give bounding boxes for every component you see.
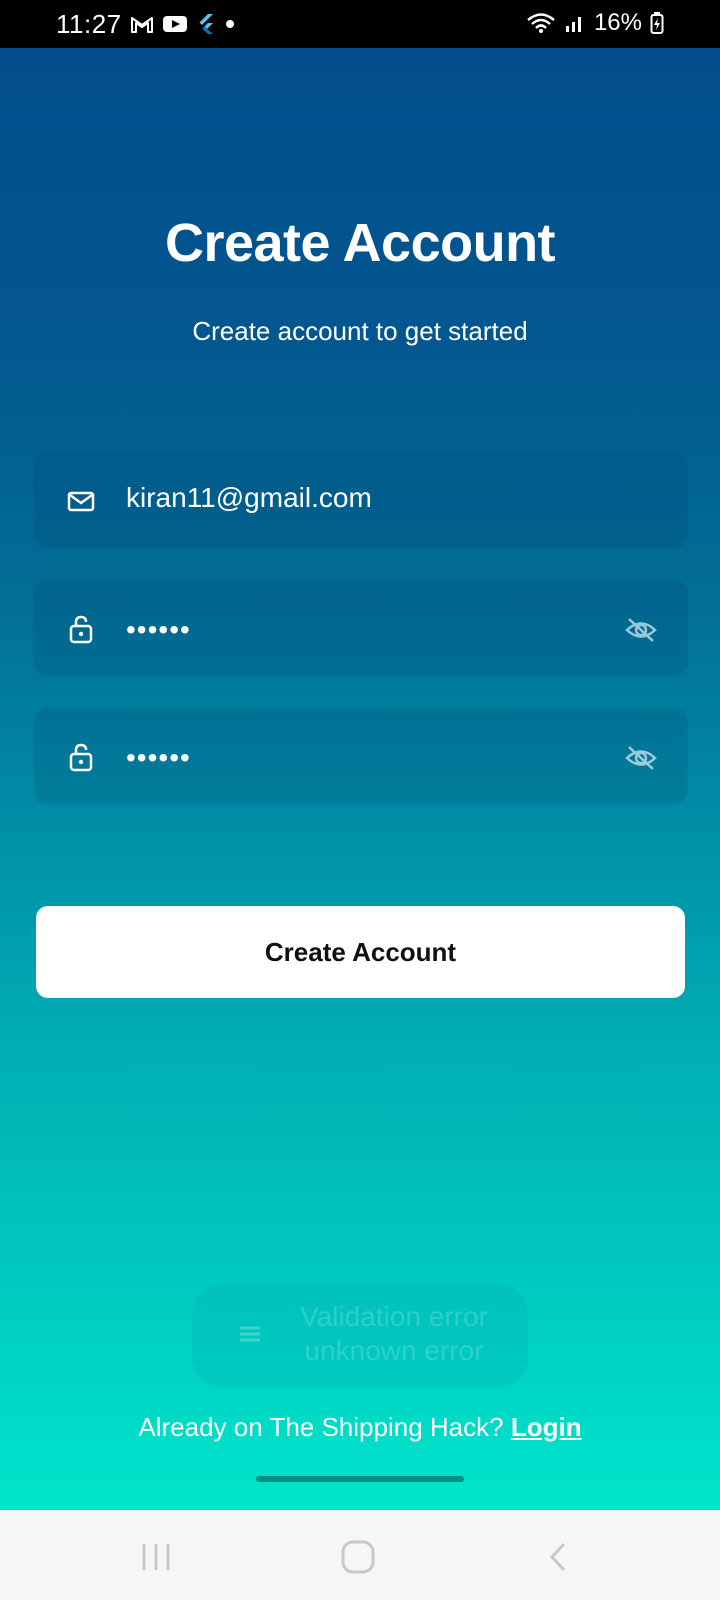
status-time: 11:27 — [56, 9, 122, 39]
eye-off-icon[interactable] — [625, 616, 657, 644]
back-icon[interactable] — [540, 1540, 580, 1574]
recent-apps-icon[interactable] — [136, 1540, 176, 1574]
password-value: •••••• — [126, 614, 191, 645]
login-prompt: Already on The Shipping Hack? Login — [0, 1412, 720, 1443]
status-bar: 11:27 16% — [0, 0, 720, 48]
lock-icon — [69, 743, 93, 772]
create-account-button[interactable]: Create Account — [36, 906, 685, 998]
password-field[interactable]: •••••• — [36, 582, 685, 674]
scroll-indicator — [256, 1476, 464, 1482]
battery-charging-icon — [650, 12, 664, 34]
signup-screen: Create Account Create account to get sta… — [0, 48, 720, 1510]
app-logo-icon — [240, 1326, 260, 1342]
page-title: Create Account — [164, 213, 556, 273]
page-subtitle: Create account to get started — [192, 316, 528, 346]
mail-icon — [67, 491, 95, 512]
confirm-password-value: •••••• — [126, 742, 191, 773]
dot-icon — [226, 20, 234, 28]
signal-icon — [565, 17, 581, 32]
home-icon[interactable] — [338, 1540, 378, 1574]
battery-percent: 16% — [593, 9, 642, 36]
flutter-icon — [199, 14, 213, 34]
error-toast: Validation error unknown error — [192, 1284, 528, 1388]
youtube-icon — [163, 16, 187, 32]
login-prompt-text: Already on The Shipping Hack? — [138, 1412, 504, 1442]
eye-off-icon[interactable] — [625, 744, 657, 772]
email-value: kiran11@gmail.com — [126, 482, 372, 513]
login-link[interactable]: Login — [511, 1412, 582, 1442]
toast-message: Validation error unknown error — [284, 1300, 504, 1368]
notification-icons — [130, 12, 236, 36]
email-field[interactable]: kiran11@gmail.com — [36, 454, 685, 546]
status-right: 16% — [526, 9, 664, 37]
toast-line-2: unknown error — [304, 1335, 484, 1366]
lock-icon — [69, 615, 93, 644]
toast-line-1: Validation error — [300, 1301, 488, 1332]
confirm-password-field[interactable]: •••••• — [36, 710, 685, 802]
wifi-icon — [527, 13, 555, 33]
system-nav-bar — [0, 1510, 720, 1600]
gmail-icon — [131, 17, 153, 33]
